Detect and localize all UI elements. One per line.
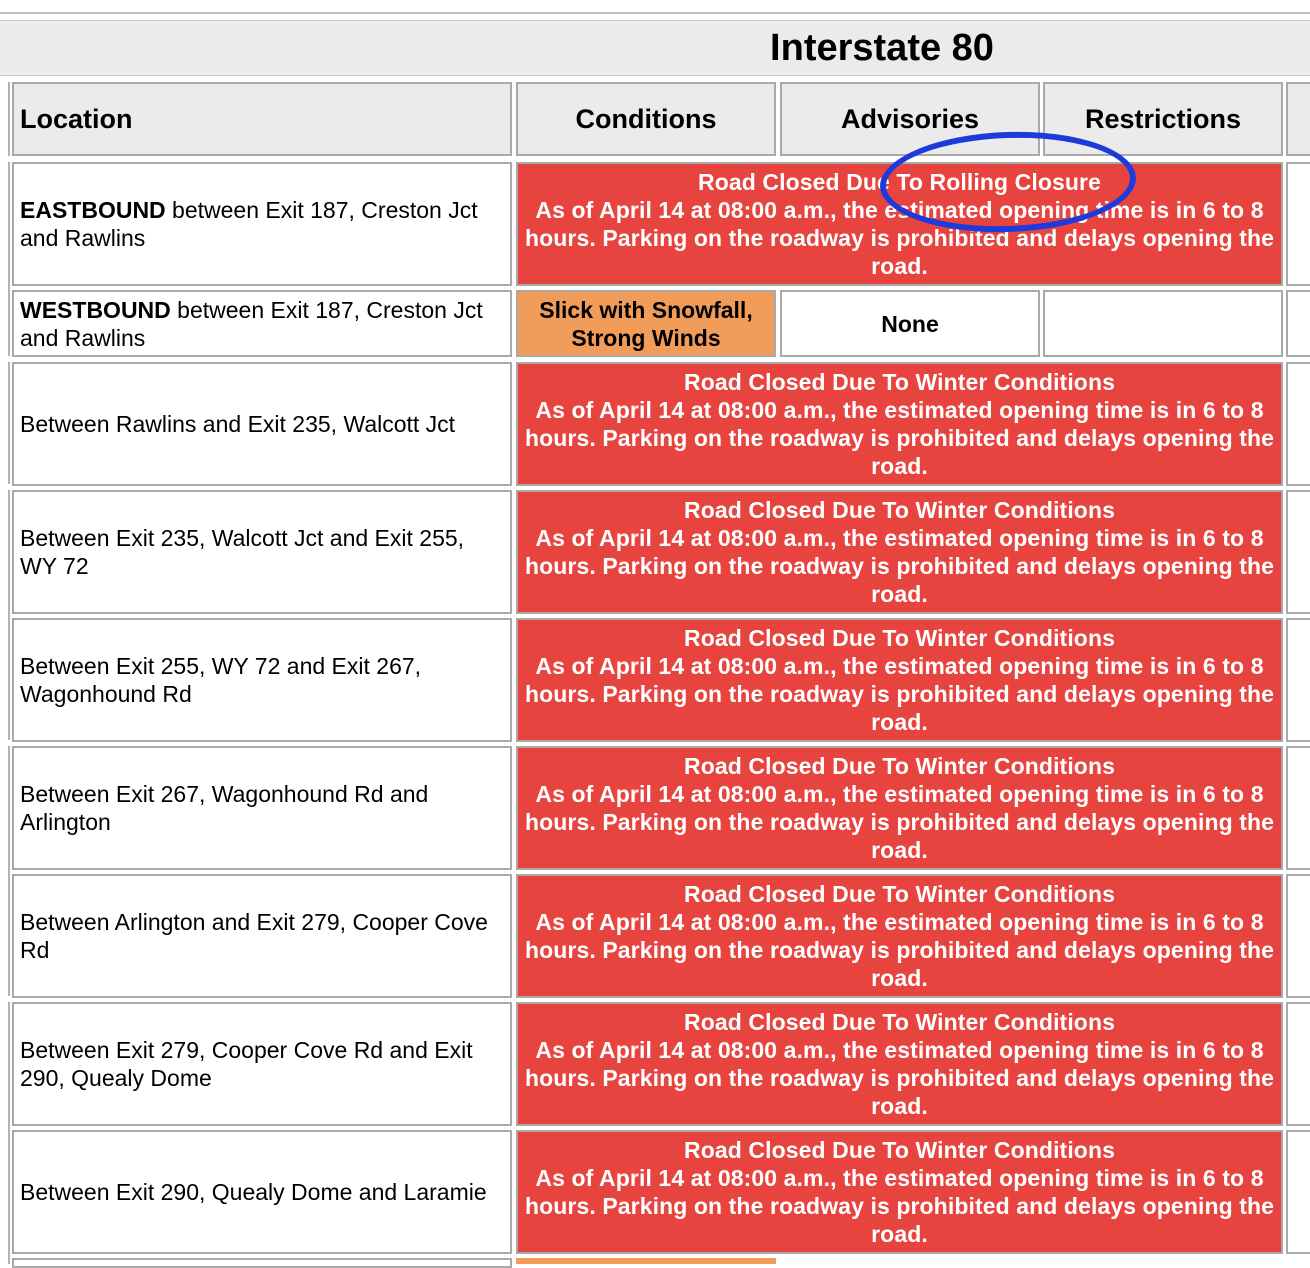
- location-cell: Between Rawlins and Exit 235, Walcott Jc…: [12, 362, 512, 486]
- left-edge-fragment: [8, 746, 10, 996]
- header-location: Location: [12, 82, 512, 156]
- next-column-edge: [1286, 162, 1310, 286]
- location-cell: Between Arlington and Exit 279, Cooper C…: [12, 874, 512, 998]
- next-column-edge: [1286, 618, 1310, 742]
- location-cell: EASTBOUND between Exit 187, Creston Jct …: [12, 162, 512, 286]
- next-column-header-edge: [1286, 82, 1310, 156]
- next-column-edge: [1286, 1130, 1310, 1254]
- next-column-edge: [1286, 746, 1310, 870]
- status-title: Road Closed Due To Winter Conditions: [683, 497, 1115, 523]
- route-title-bar: Interstate 80: [0, 20, 1310, 76]
- location-cell: WESTBOUND between Exit 187, Creston Jct …: [12, 290, 512, 357]
- status-detail: As of April 14 at 08:00 a.m., the estima…: [524, 1165, 1275, 1247]
- next-column-edge: [1286, 362, 1310, 486]
- left-edge-fragment: [8, 82, 10, 156]
- status-detail: As of April 14 at 08:00 a.m., the estima…: [524, 909, 1275, 991]
- location-cell: Between Exit 255, WY 72 and Exit 267, Wa…: [12, 618, 512, 742]
- road-closed-status: Road Closed Due To Winter Conditions As …: [516, 874, 1283, 998]
- next-row-location-partial: [12, 1258, 512, 1268]
- location-cell: Between Exit 267, Wagonhound Rd and Arli…: [12, 746, 512, 870]
- status-detail: As of April 14 at 08:00 a.m., the estima…: [524, 525, 1275, 607]
- direction-label: WESTBOUND: [20, 296, 171, 323]
- advisories-cell: None: [780, 290, 1040, 357]
- next-column-edge: [1286, 490, 1310, 614]
- road-closed-status: Road Closed Due To Winter Conditions As …: [516, 1130, 1283, 1254]
- road-closed-status: Road Closed Due To Winter Conditions As …: [516, 1002, 1283, 1126]
- location-cell: Between Exit 235, Walcott Jct and Exit 2…: [12, 490, 512, 614]
- next-column-edge: [1286, 290, 1310, 357]
- restrictions-cell: [1043, 290, 1283, 357]
- top-rule: [0, 12, 1310, 14]
- status-detail: As of April 14 at 08:00 a.m., the estima…: [524, 653, 1275, 735]
- next-row-conditions-partial: [516, 1258, 776, 1264]
- left-edge-fragment: [8, 162, 10, 356]
- status-title: Road Closed Due To Winter Conditions: [683, 1137, 1115, 1163]
- road-closed-status: Road Closed Due To Winter Conditions As …: [516, 746, 1283, 870]
- status-title: Road Closed Due To Winter Conditions: [683, 625, 1115, 651]
- road-closed-status: Road Closed Due To Winter Conditions As …: [516, 362, 1283, 486]
- status-title: Road Closed Due To Winter Conditions: [683, 881, 1115, 907]
- road-closed-status: Road Closed Due To Winter Conditions As …: [516, 618, 1283, 742]
- left-edge-fragment: [8, 362, 10, 484]
- location-cell: Between Exit 290, Quealy Dome and Larami…: [12, 1130, 512, 1254]
- road-closed-status: Road Closed Due To Winter Conditions As …: [516, 490, 1283, 614]
- status-title: Road Closed Due To Winter Conditions: [683, 1009, 1115, 1035]
- status-title: Road Closed Due To Winter Conditions: [683, 753, 1115, 779]
- conditions-text: Slick with Snowfall, Strong Winds: [539, 296, 753, 351]
- direction-label: EASTBOUND: [20, 197, 166, 223]
- status-title: Road Closed Due To Winter Conditions: [683, 369, 1115, 395]
- conditions-cell: Slick with Snowfall, Strong Winds: [516, 290, 776, 357]
- next-column-edge: [1286, 874, 1310, 998]
- route-title: Interstate 80: [770, 27, 994, 69]
- status-detail: As of April 14 at 08:00 a.m., the estima…: [524, 1037, 1275, 1119]
- left-edge-fragment: [8, 490, 10, 740]
- status-detail: As of April 14 at 08:00 a.m., the estima…: [524, 397, 1275, 479]
- next-column-edge: [1286, 1002, 1310, 1126]
- location-cell: Between Exit 279, Cooper Cove Rd and Exi…: [12, 1002, 512, 1126]
- left-edge-fragment: [8, 1002, 10, 1264]
- header-conditions: Conditions: [516, 82, 776, 156]
- status-detail: As of April 14 at 08:00 a.m., the estima…: [524, 781, 1275, 863]
